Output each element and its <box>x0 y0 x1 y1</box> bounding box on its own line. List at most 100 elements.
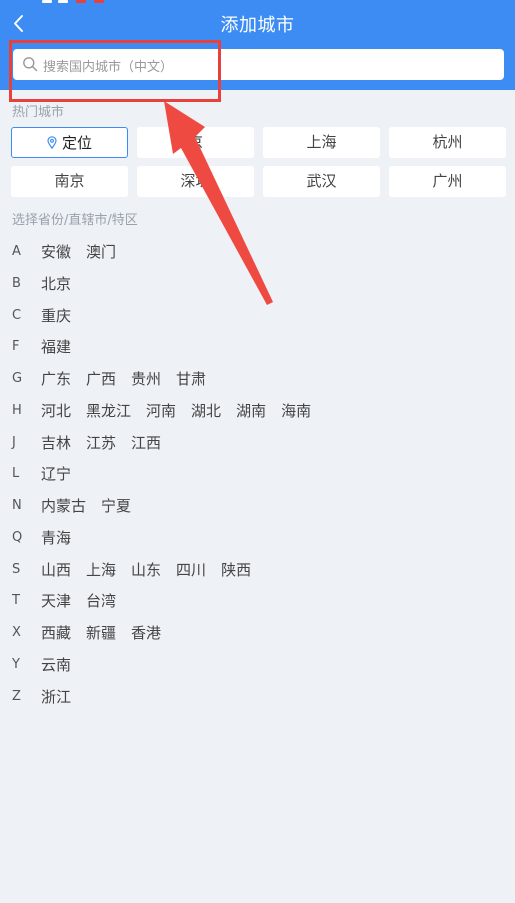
index-letter: N <box>12 498 22 513</box>
province-group-l: L 辽宁 <box>0 463 515 487</box>
index-letter: Y <box>12 656 20 672</box>
province-item[interactable]: 黑龙江 <box>86 400 131 422</box>
province-item[interactable]: 西藏 <box>41 622 71 644</box>
province-item[interactable]: 天津 <box>41 590 71 612</box>
hot-city-button[interactable]: 定位 <box>11 127 128 158</box>
province-item[interactable]: 重庆 <box>41 305 71 327</box>
province-item[interactable]: 澳门 <box>86 241 116 263</box>
province-item[interactable]: 湖北 <box>191 400 221 422</box>
index-letter: A <box>12 244 21 259</box>
index-letter: T <box>12 593 20 609</box>
index-letter: S <box>12 561 21 577</box>
province-item[interactable]: 贵州 <box>131 368 161 390</box>
province-item[interactable]: 江西 <box>131 432 161 454</box>
hot-city-label: 杭州 <box>432 133 463 151</box>
province-items: 天津 台湾 <box>41 590 131 612</box>
province-items: 安徽 澳门 <box>41 241 131 263</box>
hot-city-label: 深圳 <box>180 172 211 190</box>
search-placeholder: 搜索国内城市（中文） <box>43 60 174 75</box>
province-item[interactable]: 台湾 <box>86 590 116 612</box>
province-items: 河北 黑龙江 河南 湖北 湖南 海南 <box>41 400 326 422</box>
province-group-x: X 西藏 新疆 香港 <box>0 622 515 646</box>
province-item[interactable]: 安徽 <box>41 241 71 263</box>
hot-city-button[interactable]: 杭州 <box>389 127 506 158</box>
hot-city-button[interactable]: 上海 <box>263 127 380 158</box>
hot-city-button[interactable]: 南京 <box>11 166 128 197</box>
hot-city-button[interactable]: 京 <box>137 127 254 158</box>
province-item[interactable]: 福建 <box>41 336 71 358</box>
index-letter: H <box>12 402 22 418</box>
index-letter: C <box>12 307 22 323</box>
province-items: 内蒙古 宁夏 <box>41 495 146 517</box>
index-letter: Z <box>12 688 21 704</box>
province-item[interactable]: 海南 <box>281 400 311 422</box>
province-item[interactable]: 广西 <box>86 368 116 390</box>
province-group-t: T 天津 台湾 <box>0 590 515 614</box>
province-item[interactable]: 吉林 <box>41 432 71 454</box>
province-item[interactable]: 新疆 <box>86 622 116 644</box>
province-item[interactable]: 山西 <box>41 559 71 581</box>
province-item[interactable]: 云南 <box>41 654 71 676</box>
index-letter: J <box>12 434 16 450</box>
province-items: 青海 <box>41 527 86 549</box>
province-item[interactable]: 甘肃 <box>176 368 206 390</box>
page-title: 添加城市 <box>220 15 295 36</box>
province-group-f: F 福建 <box>0 336 515 360</box>
provinces-label: 选择省份/直辖市/特区 <box>12 213 138 228</box>
hot-city-button[interactable]: 武汉 <box>263 166 380 197</box>
index-letter: X <box>12 625 21 640</box>
province-items: 福建 <box>41 336 86 358</box>
index-letter: F <box>12 339 20 355</box>
province-item[interactable]: 辽宁 <box>41 463 71 485</box>
province-item[interactable]: 宁夏 <box>101 495 131 517</box>
hot-city-label: 定位 <box>61 134 92 152</box>
province-group-b: B 北京 <box>0 273 515 297</box>
province-item[interactable]: 江苏 <box>86 432 116 454</box>
province-item[interactable]: 浙江 <box>41 686 71 708</box>
hot-city-label: 南京 <box>54 172 85 190</box>
province-item[interactable]: 广东 <box>41 368 71 390</box>
province-item[interactable]: 湖南 <box>236 400 266 422</box>
hot-city-button[interactable]: 广州 <box>389 166 506 197</box>
status-bar-fragment <box>36 0 116 4</box>
province-item[interactable]: 河南 <box>146 400 176 422</box>
province-group-a: A 安徽 澳门 <box>0 241 515 265</box>
province-items: 吉林 江苏 江西 <box>41 432 176 454</box>
index-letter: Q <box>12 529 23 545</box>
province-items: 云南 <box>41 654 86 676</box>
province-item[interactable]: 香港 <box>131 622 161 644</box>
province-item[interactable]: 河北 <box>41 400 71 422</box>
province-group-h: H 河北 黑龙江 河南 湖北 湖南 海南 <box>0 400 515 424</box>
province-item[interactable]: 上海 <box>86 559 116 581</box>
province-item[interactable]: 陕西 <box>221 559 251 581</box>
index-letter: G <box>12 371 23 386</box>
province-group-y: Y 云南 <box>0 654 515 678</box>
province-group-q: Q 青海 <box>0 527 515 551</box>
location-pin-icon <box>47 136 57 149</box>
hot-cities-label: 热门城市 <box>12 105 65 120</box>
hot-city-label: 武汉 <box>306 172 337 190</box>
province-item[interactable]: 四川 <box>176 559 206 581</box>
province-group-j: J 吉林 江苏 江西 <box>0 432 515 456</box>
province-item[interactable]: 山东 <box>131 559 161 581</box>
index-letter: B <box>12 275 21 291</box>
hot-city-label: 上海 <box>306 133 337 151</box>
province-items: 重庆 <box>41 305 86 327</box>
province-item[interactable]: 北京 <box>41 273 71 295</box>
province-group-c: C 重庆 <box>0 305 515 329</box>
province-items: 北京 <box>41 273 86 295</box>
province-items: 山西 上海 山东 四川 陕西 <box>41 559 266 581</box>
province-group-g: G 广东 广西 贵州 甘肃 <box>0 368 515 392</box>
province-items: 辽宁 <box>41 463 86 485</box>
index-letter: L <box>12 466 20 482</box>
province-item[interactable]: 青海 <box>41 527 71 549</box>
province-group-z: Z 浙江 <box>0 686 515 710</box>
province-items: 广东 广西 贵州 甘肃 <box>41 368 221 390</box>
province-items: 西藏 新疆 香港 <box>41 622 176 644</box>
province-item[interactable]: 内蒙古 <box>41 495 86 517</box>
search-input[interactable]: 搜索国内城市（中文） <box>13 49 504 80</box>
hot-city-button[interactable]: 深圳 <box>137 166 254 197</box>
hot-city-label: 京 <box>187 133 203 151</box>
app-header: 添加城市 搜索国内城市（中文） <box>0 0 515 90</box>
province-group-n: N 内蒙古 宁夏 <box>0 495 515 519</box>
